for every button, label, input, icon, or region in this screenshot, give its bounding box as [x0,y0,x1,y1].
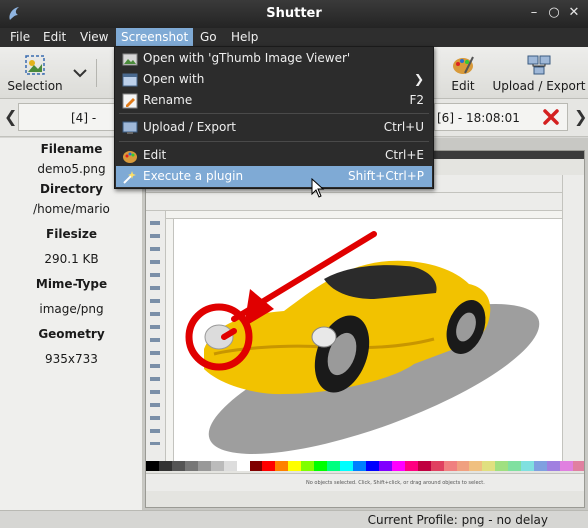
menu-item-execute-plugin[interactable]: Execute a plugin Shift+Ctrl+P [116,166,432,187]
maximize-icon[interactable]: ○ [546,5,562,21]
session-tab-previous[interactable]: [4] - 18: [18,103,118,153]
plugin-icon [123,171,136,184]
geometry-value: 935x733 [45,352,98,366]
status-bar: Current Profile: png - no delay [0,510,588,528]
title-bar: Shutter – ○ ✕ [0,0,588,28]
chevron-down-icon [73,69,87,78]
menu-item-rename[interactable]: Rename F2 [116,90,432,111]
previous-screenshot-icon[interactable]: ❮ [4,107,17,126]
delete-screenshot-icon[interactable] [542,108,560,126]
menu-file[interactable]: File [5,28,35,47]
menu-item-open-with[interactable]: Open with ❯ [116,69,432,90]
file-info-panel: Filename demo5.png Directory /home/mario… [0,138,143,510]
window-title: Shutter [266,6,322,21]
menu-edit[interactable]: Edit [38,28,71,47]
menu-screenshot[interactable]: Screenshot [116,28,194,47]
horizontal-ruler [166,211,562,219]
selection-dropdown-button[interactable] [68,49,87,97]
next-screenshot-icon[interactable]: ❯ [574,107,587,126]
menu-bar: File Edit View Screenshot Go Help [0,28,588,47]
car-illustration [185,231,540,454]
mouse-cursor-icon [311,178,325,198]
menu-separator [119,113,429,114]
screenshot-preview[interactable]: No objects selected. Click, Shift+click,… [143,138,588,510]
rename-pencil-icon [122,93,138,109]
color-palette [146,461,584,471]
close-window-icon[interactable]: ✕ [566,5,582,21]
menu-item-upload-export[interactable]: Upload / Export Ctrl+U [116,117,432,138]
vertical-ruler [166,219,174,461]
submenu-arrow-icon: ❯ [413,72,424,86]
inkscape-screenshot: No objects selected. Click, Shift+click,… [145,150,585,508]
toolbar-separator [96,59,97,87]
edit-palette-icon [453,56,474,74]
directory-value: /home/mario [33,202,110,216]
geometry-label: Geometry [38,327,105,341]
selection-button[interactable]: Selection [4,49,66,97]
filesize-label: Filesize [46,227,97,241]
mime-type-value: image/png [39,302,104,316]
filesize-value: 290.1 KB [44,252,99,266]
menu-item-edit[interactable]: Edit Ctrl+E [116,145,432,166]
mime-type-label: Mime-Type [35,277,108,291]
menu-view[interactable]: View [75,28,113,47]
screenshot-menu: Open with 'gThumb Image Viewer' Open wit… [114,46,434,189]
edit-palette-icon [123,151,137,163]
menu-go[interactable]: Go [195,28,222,47]
menu-item-open-with-gthumb[interactable]: Open with 'gThumb Image Viewer' [116,48,432,69]
upload-icon [122,121,138,134]
minimize-icon[interactable]: – [526,5,542,21]
network-upload-icon [527,55,551,75]
selection-icon [25,55,45,75]
inkscape-toolbox [146,211,166,461]
inkscape-tool-controls [146,193,584,211]
image-viewer-icon [122,53,138,66]
upload-export-button[interactable]: Upload / Export [492,49,586,97]
inkscape-right-toolbar [562,175,584,461]
edit-button[interactable]: Edit [440,49,486,97]
current-profile-status: Current Profile: png - no delay [367,513,548,527]
menu-separator [119,141,429,142]
window-icon [122,73,138,87]
menu-help[interactable]: Help [226,28,263,47]
inkscape-canvas [174,219,562,461]
inkscape-statusbar: No objects selected. Click, Shift+click,… [146,473,584,491]
